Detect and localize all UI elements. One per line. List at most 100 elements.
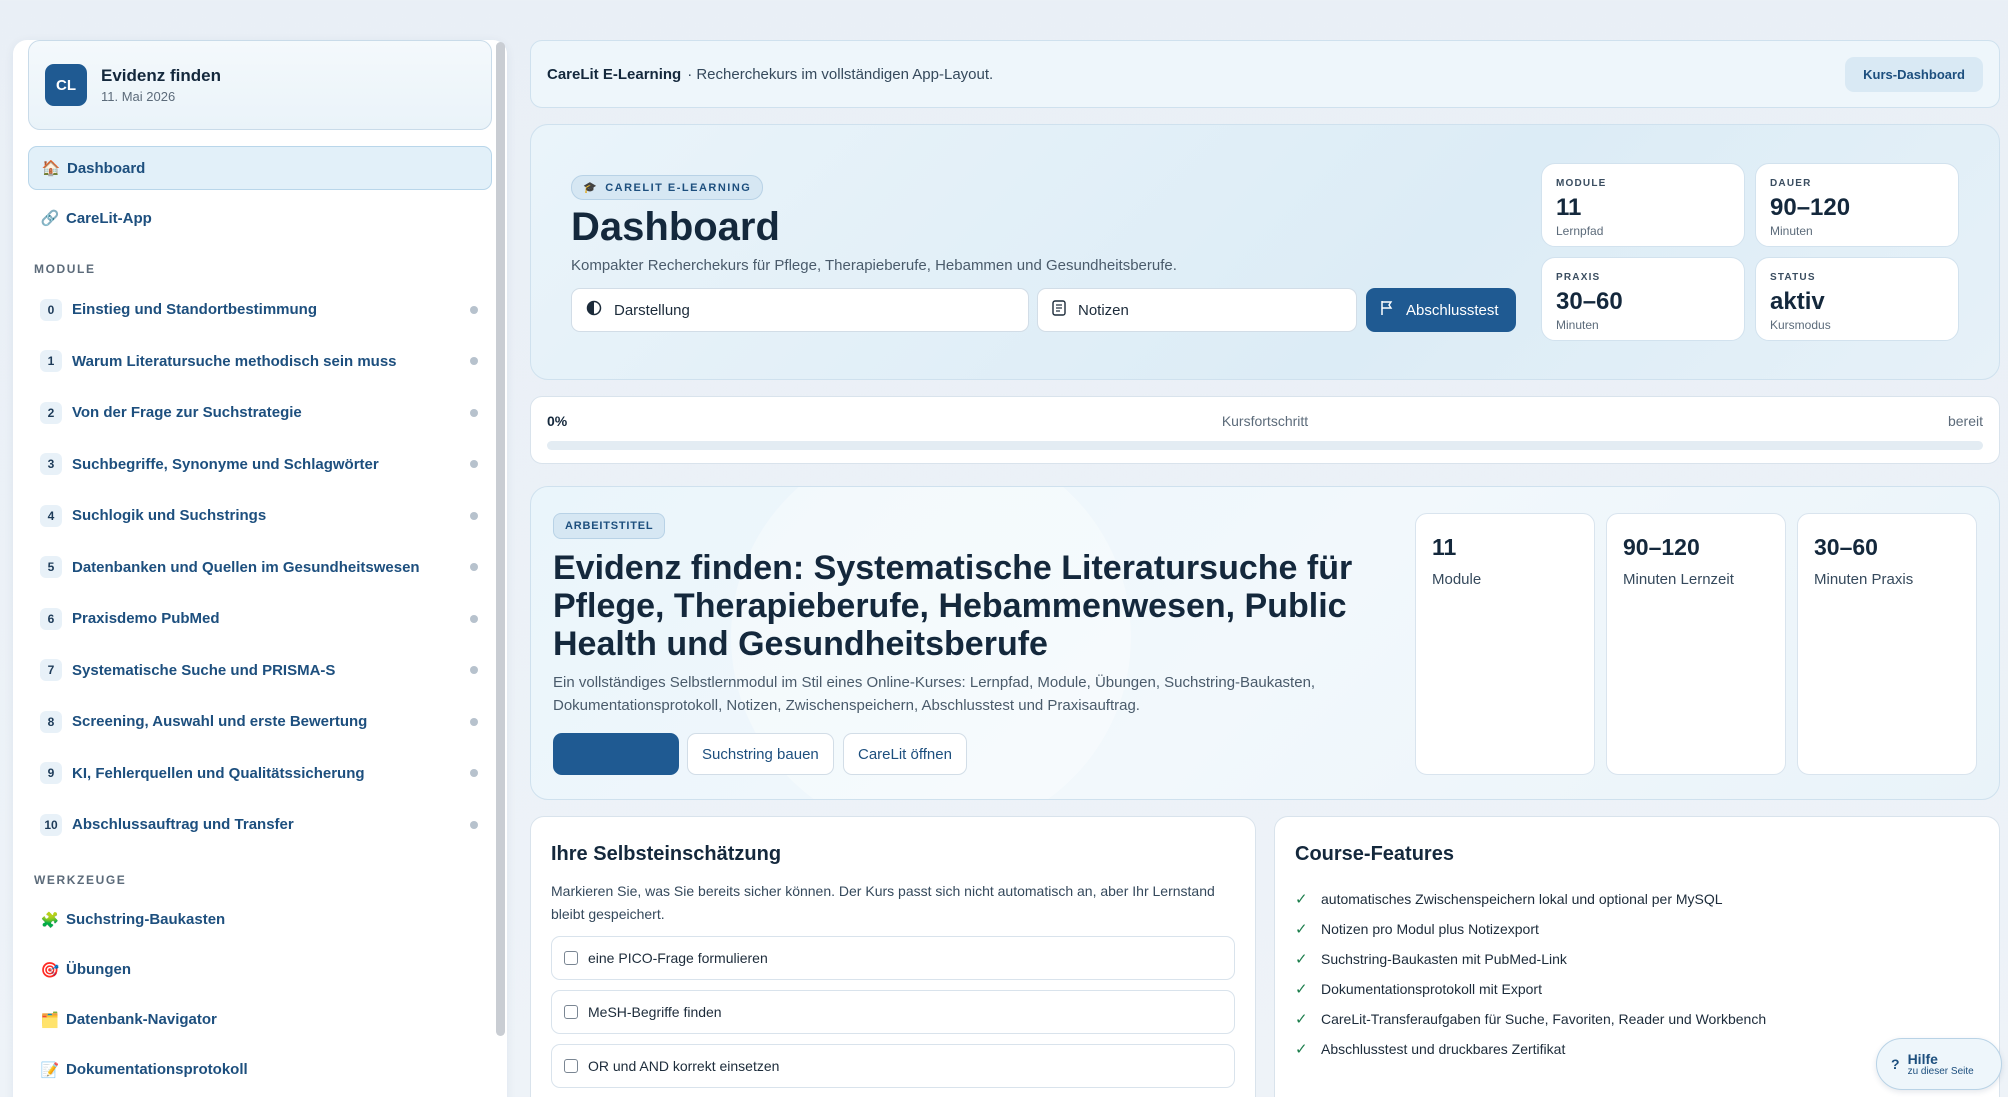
hero-description: Kompakter Recherchekurs für Pflege, Ther… [571, 257, 1177, 274]
feature-label: CareLit-Transferaufgaben für Suche, Favo… [1321, 1011, 1767, 1027]
feature-item: ✓ CareLit-Transferaufgaben für Suche, Fa… [1295, 1004, 1979, 1034]
module-status-dot [470, 408, 478, 417]
kpi-card-learning-time: 90–120 Minuten Lernzeit [1606, 513, 1786, 775]
stat-card-practice: PRAXIS 30–60 Minuten [1541, 257, 1745, 341]
stat-key: PRAXIS [1556, 272, 1601, 283]
kpi-label: Module [1432, 571, 1482, 588]
check-icon: ✓ [1295, 921, 1308, 938]
stat-sub: Minuten [1556, 318, 1599, 332]
self-assessment-item[interactable]: OR und AND korrekt einsetzen [551, 1044, 1235, 1088]
contrast-icon [586, 300, 602, 320]
course-dashboard-button[interactable]: Kurs-Dashboard [1845, 56, 1983, 92]
module-item-7[interactable]: 7 Systematische Suche und PRISMA-S [28, 645, 492, 697]
module-item-6[interactable]: 6 Praxisdemo PubMed [28, 593, 492, 645]
sidebar-item-datenbank-navigator[interactable]: 🗂️ Datenbank-Navigator [28, 995, 492, 1045]
course-progress: 0% Kursfortschritt bereit [530, 396, 2000, 464]
module-label: Suchlogik und Suchstrings [72, 507, 267, 525]
checkbox[interactable] [564, 951, 578, 965]
dashboard-hero: 🎓 CARELIT E-LEARNING Dashboard Kompakter… [530, 124, 2000, 380]
feature-item: ✓ Dokumentationsprotokoll mit Export [1295, 974, 1979, 1004]
help-button[interactable]: ? Hilfe zu dieser Seite [1876, 1038, 2002, 1090]
build-search-string-button[interactable]: Suchstring bauen [687, 733, 834, 775]
module-item-3[interactable]: 3 Suchbegriffe, Synonyme und Schlagwörte… [28, 439, 492, 491]
sidebar-scrollbar[interactable] [496, 42, 505, 1036]
module-item-5[interactable]: 5 Datenbanken und Quellen im Gesundheits… [28, 542, 492, 594]
self-assessment-item[interactable]: eine PICO-Frage formulieren [551, 936, 1235, 980]
sidebar-item-label: Übungen [66, 961, 131, 978]
module-label: Einstieg und Standortbestimmung [72, 301, 318, 319]
sidebar-item-carelit-app[interactable]: 🔗 CareLit-App [28, 196, 492, 240]
stat-key: MODULE [1556, 178, 1607, 189]
feature-item: ✓ automatisches Zwischenspeichern lokal … [1295, 884, 1979, 914]
check-icon: ✓ [1295, 981, 1308, 998]
module-label: KI, Fehlerquellen und Qualitätssicherung [72, 764, 365, 782]
sidebar-item-dashboard[interactable]: 🏠 Dashboard [28, 146, 492, 190]
self-assessment-item-label: OR und AND korrekt einsetzen [588, 1058, 780, 1074]
module-item-10[interactable]: 10 Abschlussauftrag und Transfer [28, 799, 492, 851]
self-assessment-item-label: MeSH-Begriffe finden [588, 1004, 722, 1020]
working-title-pill: ARBEITSTITEL [553, 513, 666, 539]
sidebar-item-uebungen[interactable]: 🎯 Übungen [28, 945, 492, 995]
help-title: Hilfe [1907, 1050, 1938, 1067]
stat-sub: Lernpfad [1556, 224, 1604, 238]
sidebar-item-suchstring-baukasten[interactable]: 🧩 Suchstring-Baukasten [28, 895, 492, 945]
module-status-dot [470, 769, 478, 778]
start-course-button[interactable] [553, 733, 679, 775]
notes-button[interactable]: Notizen [1037, 288, 1357, 332]
sidebar-item-label: Suchstring-Baukasten [66, 911, 226, 928]
stat-card-modules: MODULE 11 Lernpfad [1541, 163, 1745, 247]
module-number: 7 [40, 659, 62, 682]
module-label: Von der Frage zur Suchstrategie [72, 404, 302, 422]
module-item-0[interactable]: 0 Einstieg und Standortbestimmung [28, 284, 492, 336]
topbar-brand: CareLit E-Learning [547, 65, 682, 83]
stat-key: DAUER [1770, 178, 1812, 189]
module-item-9[interactable]: 9 KI, Fehlerquellen und Qualitätssicheru… [28, 748, 492, 800]
checkbox[interactable] [564, 1005, 578, 1019]
check-icon: ✓ [1295, 891, 1308, 908]
tools-section-label: WERKZEUGE [34, 872, 127, 887]
module-number: 0 [40, 298, 62, 321]
feature-label: Dokumentationsprotokoll mit Export [1321, 981, 1542, 997]
module-number: 3 [40, 453, 62, 476]
display-button[interactable]: Darstellung [571, 288, 1029, 332]
progress-bar [547, 441, 1983, 450]
module-number: 8 [40, 710, 62, 733]
puzzle-icon: 🧩 [40, 911, 60, 929]
self-assessment-item[interactable]: MeSH-Begriffe finden [551, 990, 1235, 1034]
sidebar-item-dokumentationsprotokoll[interactable]: 📝 Dokumentationsprotokoll [28, 1045, 492, 1095]
course-description: Ein vollständiges Selbstlernmodul im Sti… [553, 674, 1316, 714]
module-status-dot [470, 820, 478, 829]
notes-icon [1052, 300, 1066, 320]
feature-label: Notizen pro Modul plus Notizexport [1321, 921, 1539, 937]
final-test-button-label: Abschlusstest [1406, 301, 1499, 319]
check-icon: ✓ [1295, 951, 1308, 968]
module-number: 9 [40, 762, 62, 785]
self-assessment-title: Ihre Selbsteinschätzung [551, 843, 782, 865]
feature-item: ✓ Notizen pro Modul plus Notizexport [1295, 914, 1979, 944]
module-item-1[interactable]: 1 Warum Literatursuche methodisch sein m… [28, 336, 492, 388]
feature-item: ✓ Suchstring-Baukasten mit PubMed-Link [1295, 944, 1979, 974]
module-item-4[interactable]: 4 Suchlogik und Suchstrings [28, 490, 492, 542]
kpi-value: 90–120 [1623, 534, 1700, 560]
stat-card-duration: DAUER 90–120 Minuten [1755, 163, 1959, 247]
sidebar-item-label: Dokumentationsprotokoll [66, 1061, 248, 1078]
stat-sub: Minuten [1770, 224, 1813, 238]
module-label: Abschlussauftrag und Transfer [72, 816, 294, 834]
feature-label: Suchstring-Baukasten mit PubMed-Link [1321, 951, 1567, 967]
home-icon: 🏠 [41, 160, 61, 177]
course-features-title: Course-Features [1295, 843, 1454, 865]
kpi-value: 11 [1432, 534, 1457, 560]
stat-card-status: STATUS aktiv Kursmodus [1755, 257, 1959, 341]
module-status-dot [470, 666, 478, 675]
self-assessment-text: Markieren Sie, was Sie bereits sicher kö… [551, 883, 1215, 922]
progress-state: bereit [1947, 413, 1983, 429]
module-status-dot [470, 717, 478, 726]
brand-card[interactable]: CL Evidenz finden 11. Mai 2026 [28, 40, 492, 130]
module-item-2[interactable]: 2 Von der Frage zur Suchstrategie [28, 387, 492, 439]
open-carelit-button[interactable]: CareLit öffnen [843, 733, 967, 775]
final-test-button[interactable]: Abschlusstest [1366, 288, 1516, 332]
module-item-8[interactable]: 8 Screening, Auswahl und erste Bewertung [28, 696, 492, 748]
graduation-cap-icon: 🎓 [583, 182, 599, 194]
checkbox[interactable] [564, 1059, 578, 1073]
module-number: 6 [40, 607, 62, 630]
